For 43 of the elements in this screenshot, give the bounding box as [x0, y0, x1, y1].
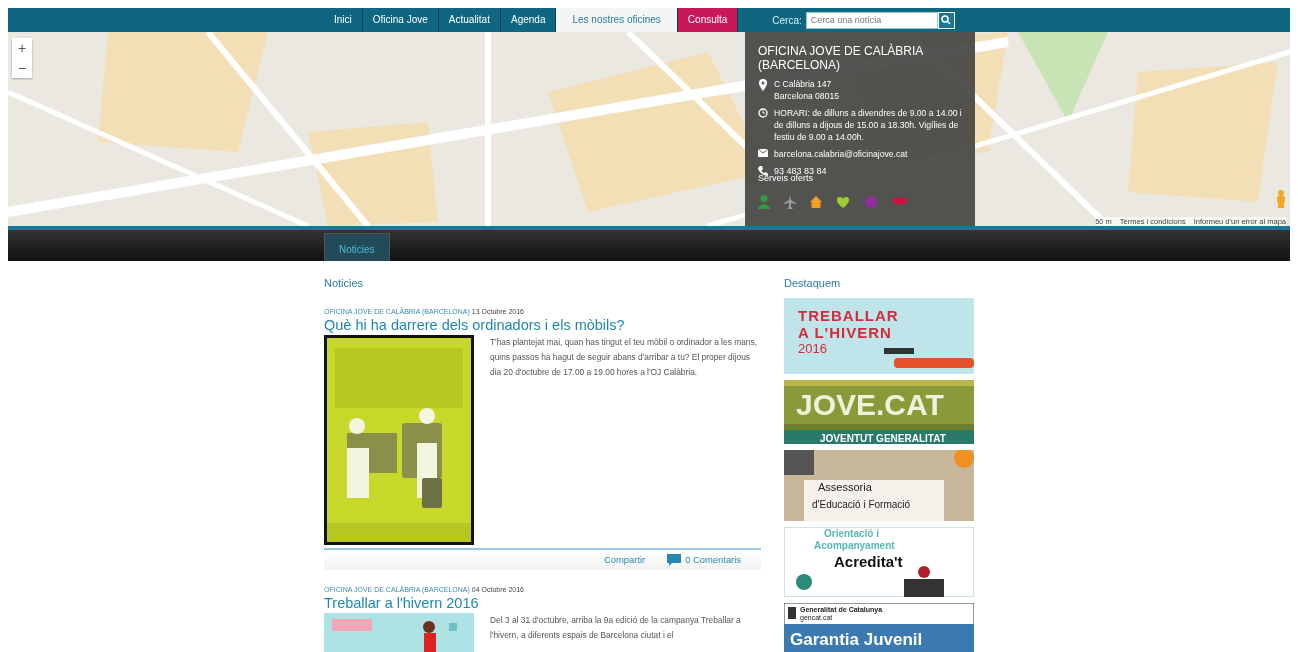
banner-text: A L'HIVERN: [798, 325, 892, 340]
office-detail: barcelona.calabria@oficinajove.cat: [774, 148, 908, 160]
zoom-in-button[interactable]: +: [12, 38, 32, 58]
nav-link[interactable]: Les nostres oficines: [556, 8, 678, 32]
banner-link[interactable]: Orientació i Acompanyament Acredita't: [784, 527, 974, 597]
search-icon: [941, 15, 952, 25]
banner-link[interactable]: TREBALLAR A L'HIVERN 2016: [784, 298, 974, 374]
office-title: OFICINA JOVE DE CALÀBRIA (BARCELONA): [758, 44, 924, 72]
search-field[interactable]: Cerca una notícia: [805, 11, 938, 29]
section-heading: Noticies: [324, 277, 365, 290]
banner-text: 2016: [798, 342, 827, 355]
speech-bubble-icon: [667, 554, 682, 566]
nav-link[interactable]: Consulta: [677, 8, 739, 32]
pegman-icon: [1276, 190, 1286, 208]
zoom-out-button[interactable]: −: [12, 58, 32, 78]
banner-text: JOVE.CAT: [796, 390, 944, 420]
search-label: Cerca:: [772, 13, 802, 28]
location-pin-icon: [758, 79, 768, 91]
banner-link[interactable]: Assessoria d'Educació i Formació: [784, 450, 974, 521]
section-heading: Destaquem: [784, 277, 842, 290]
office-detail: HORARI: de dilluns a divendres de 9.00 a 14.00 i de dilluns a dijous de 15.00 a 18.30h. Vigílies de festiu de 9.00 a 14.00h.: [774, 107, 962, 143]
banner-text: Garantia Juvenil: [790, 631, 923, 648]
article-title[interactable]: Treballar a l'hivern 2016: [324, 595, 761, 611]
banner-text: JOVENTUT GENERALITAT: [820, 434, 946, 444]
banner-text: d'Educació i Formació: [812, 500, 911, 510]
office-detail: C Calàbria 147: [774, 78, 833, 90]
banner-link[interactable]: JOVE.CAT JOVENTUT GENERALITAT: [784, 380, 974, 444]
phone-icon: [758, 166, 768, 176]
office-detail: Barcelona 08015: [774, 90, 839, 102]
article-text: Del 3 al 31 d'octubre, arriba la 9a edició de la campanya Treballar a l'hivern, a diferents espais de Barcelona ciutat i el: [490, 614, 742, 642]
clock-icon: [758, 108, 768, 118]
services-label: Serveis oferts: [758, 173, 815, 185]
banner-text: Acompanyament: [814, 541, 895, 551]
article-title[interactable]: Què hi ha darrere dels ordinadors i els mòbils?: [324, 317, 761, 333]
banner-text: TREBALLAR: [798, 308, 899, 323]
banner-text: Acredita't: [834, 554, 903, 569]
article-text: T'has plantejat mai, quan has tingut el teu mòbil o ordinador a les mans, quins passos ha hagut de seguir abans d'arribar a tu? El proper dijous dia 20 d'octubre de 17.00 a 19.00 hores a l'OJ Calàbria.: [490, 336, 758, 379]
envelope-icon: [758, 149, 768, 157]
share-link[interactable]: Compartir: [604, 552, 646, 568]
banner-text: Assessoria: [818, 482, 872, 493]
tab[interactable]: Noticies: [324, 233, 390, 261]
comments-link[interactable]: 0 Comentaris: [667, 552, 741, 568]
banner-text: Orientació i: [824, 529, 879, 539]
